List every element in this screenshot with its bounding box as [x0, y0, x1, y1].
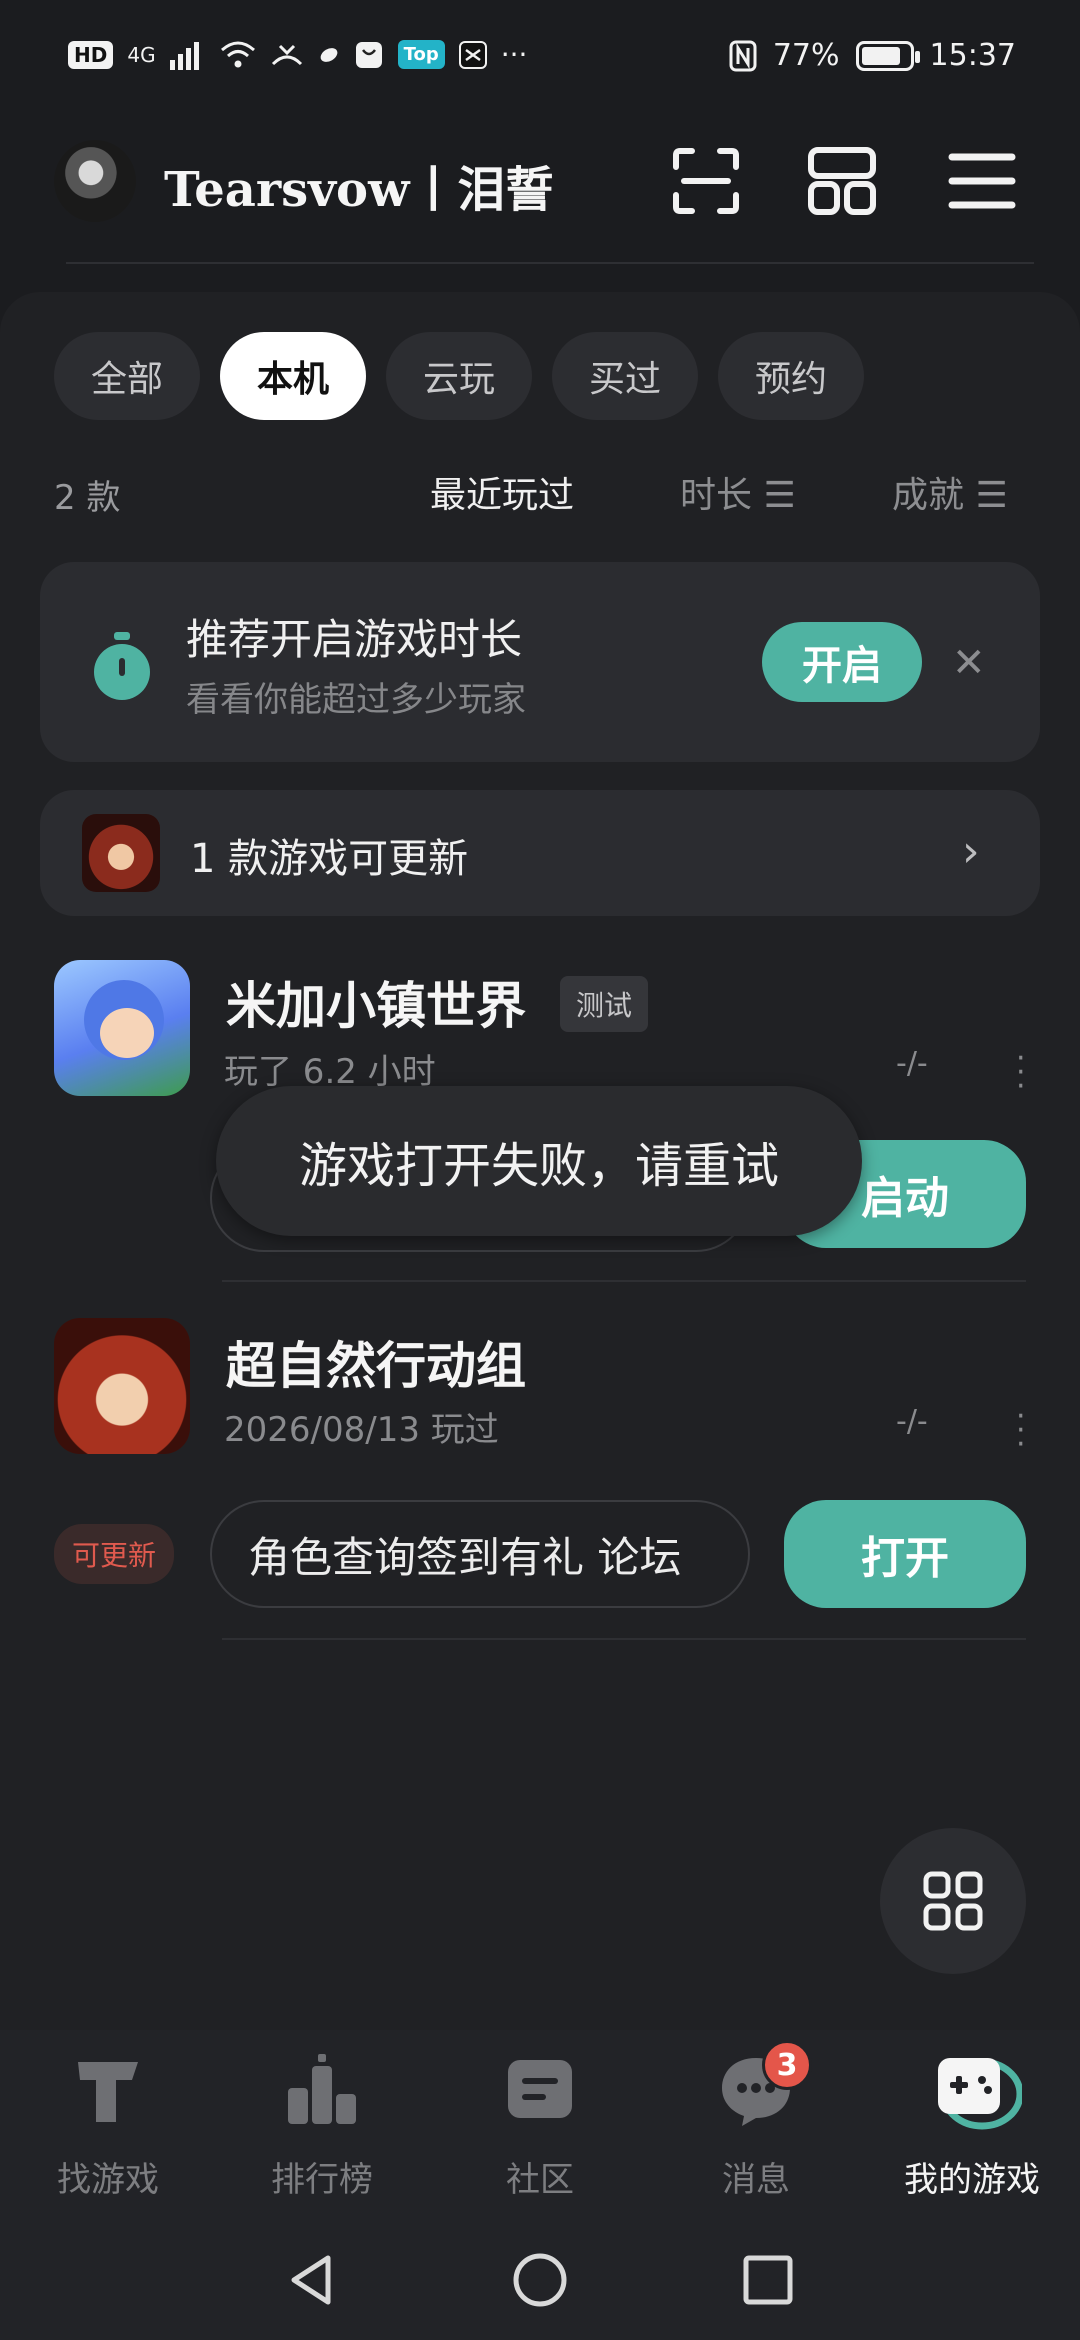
back-icon[interactable]	[282, 2250, 342, 2310]
status-bar: HD 4G Top ··· 77% 15:37	[0, 0, 1080, 120]
filter-all[interactable]: 全部	[54, 332, 200, 420]
sort-duration[interactable]: 时长 ☰	[680, 466, 796, 518]
nav-label: 我的游戏	[904, 2160, 1040, 2200]
filter-reserved[interactable]: 预约	[718, 332, 864, 420]
nav-label: 社区	[506, 2160, 574, 2200]
grid-icon	[923, 1871, 983, 1931]
more-options-icon[interactable]: · · ·	[1016, 1402, 1026, 1460]
nav-my-games[interactable]: 我的游戏	[872, 2050, 1072, 2200]
filter-local[interactable]: 本机	[220, 332, 366, 420]
message-count-badge: 3	[762, 2040, 812, 2090]
game-icon-supernatural[interactable]	[54, 1318, 190, 1454]
update-game-thumbnail	[82, 814, 160, 892]
sort-recent[interactable]: 最近玩过	[430, 466, 574, 518]
update-text: 1 款游戏可更新	[190, 836, 469, 882]
my-games-icon	[938, 2058, 1022, 2130]
nav-label: 消息	[722, 2160, 790, 2200]
chevron-right-icon: ›	[962, 826, 980, 877]
find-games-icon	[78, 2062, 138, 2122]
widget-grid-button[interactable]	[880, 1828, 1026, 1974]
row-divider	[222, 1280, 1026, 1282]
beta-tag: 测试	[560, 976, 649, 1032]
achievement-progress: -/-	[896, 1404, 928, 1439]
game-links-pill[interactable]: 角色查询签到有礼 论坛	[210, 1500, 750, 1608]
sort-achievements[interactable]: 成就 ☰	[892, 466, 1008, 518]
game-title[interactable]: 超自然行动组	[226, 1326, 526, 1398]
leaf-app-icon	[320, 47, 337, 62]
grid-layout-icon[interactable]	[806, 145, 878, 217]
filter-purchased[interactable]: 买过	[552, 332, 698, 420]
nav-find-games[interactable]: 找游戏	[8, 2050, 208, 2200]
hd-indicator: HD	[68, 40, 114, 69]
game-icon-miga[interactable]	[54, 960, 190, 1096]
nfc-icon	[729, 40, 757, 71]
game-last-played: 2026/08/13 玩过	[224, 1410, 499, 1450]
user-avatar[interactable]	[54, 140, 136, 222]
clock: 15:37	[929, 38, 1016, 73]
wifi-icon	[220, 41, 255, 67]
updatable-badge: 可更新	[54, 1524, 175, 1584]
nav-leaderboard[interactable]: 排行榜	[222, 2050, 422, 2200]
scan-icon[interactable]	[670, 145, 742, 217]
recommend-subtitle: 看看你能超过多少玩家	[186, 680, 526, 720]
recommend-title: 推荐开启游戏时长	[186, 615, 523, 664]
battery-percent: 77%	[772, 38, 840, 73]
stopwatch-icon	[94, 632, 150, 700]
filter-cloud[interactable]: 云玩	[386, 332, 532, 420]
battery-icon	[855, 40, 920, 71]
row-divider	[222, 1638, 1026, 1640]
nav-label: 排行榜	[271, 2160, 373, 2200]
signal-icon	[169, 41, 199, 70]
missed-call-icon	[271, 44, 302, 65]
nav-community[interactable]: 社区	[440, 2050, 640, 2200]
error-toast: 游戏打开失败，请重试	[216, 1086, 862, 1236]
menu-icon[interactable]	[946, 145, 1018, 217]
more-notifications: ···	[500, 38, 528, 71]
recents-icon[interactable]	[738, 2250, 798, 2310]
capcut-icon	[458, 40, 487, 69]
topic-app-icon: Top	[397, 40, 445, 69]
more-options-icon[interactable]: · · ·	[1016, 1044, 1026, 1102]
close-icon[interactable]: ✕	[952, 640, 986, 686]
game-title[interactable]: 米加小镇世界	[226, 966, 526, 1038]
achievement-progress: -/-	[896, 1046, 928, 1081]
header-divider	[66, 262, 1034, 264]
enable-button[interactable]: 开启	[762, 622, 922, 702]
shopping-bag-icon	[355, 41, 382, 68]
community-icon	[508, 2060, 572, 2118]
open-button[interactable]: 打开	[784, 1500, 1026, 1608]
game-count: 2 款	[54, 478, 121, 518]
leaderboard-icon	[288, 2054, 356, 2124]
status-left: HD 4G Top ···	[68, 38, 527, 71]
username[interactable]: Tearsvow丨泪誓	[164, 150, 553, 220]
nav-messages[interactable]: 消息	[656, 2050, 856, 2200]
network-indicator: 4G	[127, 42, 156, 67]
status-right: 77% 15:37	[729, 38, 1016, 73]
nav-label: 找游戏	[57, 2160, 159, 2200]
home-icon[interactable]	[510, 2250, 570, 2310]
